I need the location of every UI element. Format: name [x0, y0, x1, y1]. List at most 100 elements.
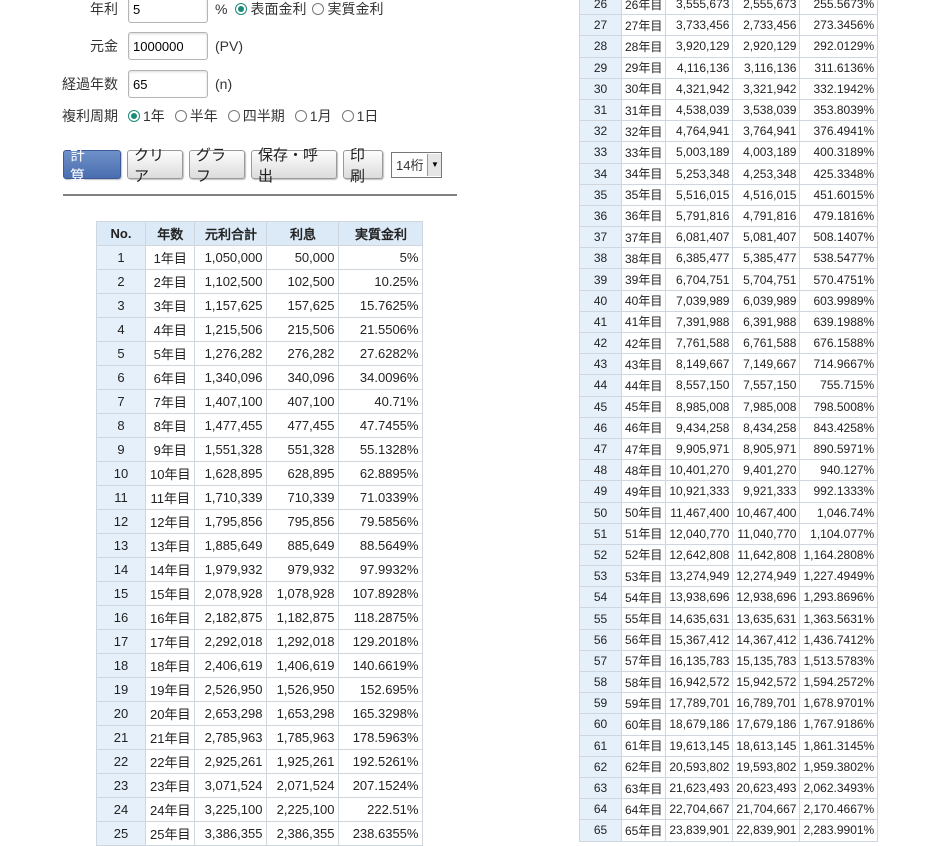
cell-effective-rate: 992.1333%	[799, 480, 879, 503]
digits-select[interactable]: 14桁 ▼	[391, 151, 443, 178]
cell-effective-rate: 5%	[338, 245, 424, 270]
cell-year: 62年目	[620, 755, 667, 778]
rate-input[interactable]	[128, 0, 208, 23]
table-row: 57 57年目 16,135,783 15,135,783 1,513.5783%	[579, 649, 879, 673]
radio-period-1year[interactable]: 1年	[128, 106, 165, 126]
cell-effective-rate: 843.4258%	[799, 416, 879, 439]
cell-interest: 477,455	[266, 413, 340, 438]
graph-button[interactable]: グラフ	[189, 146, 245, 185]
cell-interest: 7,557,150	[732, 374, 801, 397]
col-header-total: 元利合計	[194, 221, 268, 246]
cell-effective-rate: 21.5506%	[338, 317, 424, 342]
cell-no: 9	[96, 437, 146, 462]
cell-effective-rate: 107.8928%	[338, 581, 424, 606]
cell-interest: 21,704,667	[732, 798, 801, 821]
cell-effective-rate: 2,170.4667%	[799, 798, 879, 821]
cell-year: 42年目	[620, 331, 667, 355]
table-row: 2 2年目 1,102,500 102,500 10.25%	[96, 269, 424, 294]
radio-nominal-rate[interactable]: 表面金利	[235, 0, 306, 19]
radio-effective-rate[interactable]: 実質金利	[312, 0, 383, 19]
cell-year: 34年目	[620, 162, 667, 185]
cell-total: 2,292,018	[194, 629, 268, 654]
radio-unselected-icon	[312, 3, 325, 15]
cell-year: 3年目	[144, 293, 196, 318]
radio-period-half-year[interactable]: 半年	[174, 106, 218, 126]
radio-period-month[interactable]: 1月	[294, 106, 332, 126]
save-load-button[interactable]: 保存・呼出	[251, 146, 337, 185]
cell-total: 7,761,588	[665, 331, 734, 355]
cell-interest: 710,339	[266, 485, 340, 510]
cell-effective-rate: 538.5477%	[799, 247, 879, 270]
cell-effective-rate: 639.1988%	[799, 310, 879, 334]
cell-year: 1年目	[144, 245, 196, 270]
radio-selected-icon	[235, 3, 248, 15]
calculate-button[interactable]: 計 算	[63, 146, 121, 185]
cell-year: 55年目	[620, 607, 667, 630]
cell-no: 17	[96, 629, 146, 654]
cell-total: 2,078,928	[194, 581, 268, 606]
radio-period-day[interactable]: 1日	[341, 106, 378, 126]
cell-no: 7	[96, 389, 146, 414]
years-input[interactable]	[128, 70, 208, 98]
cell-total: 1,276,282	[194, 341, 268, 366]
table-row: 10 10年目 1,628,895 628,895 62.8895%	[96, 461, 424, 486]
clear-button[interactable]: クリア	[127, 146, 183, 185]
cell-effective-rate: 940.127%	[799, 459, 879, 482]
cell-year: 10年目	[144, 461, 196, 486]
cell-total: 1,157,625	[194, 293, 268, 318]
print-button[interactable]: 印刷	[343, 146, 383, 185]
cell-effective-rate: 755.715%	[799, 374, 879, 397]
cell-total: 2,653,298	[194, 701, 268, 726]
cell-no: 13	[96, 533, 146, 558]
table-row: 1 1年目 1,050,000 50,000 5%	[96, 245, 424, 270]
cell-total: 5,253,348	[665, 162, 734, 185]
cell-no: 60	[579, 713, 622, 736]
radio-period-quarter[interactable]: 四半期	[227, 106, 285, 126]
cell-no: 3	[96, 293, 146, 318]
cell-total: 7,391,988	[665, 310, 734, 334]
cell-interest: 3,764,941	[732, 120, 801, 143]
cell-no: 11	[96, 485, 146, 510]
cell-year: 37年目	[620, 226, 667, 249]
cell-no: 14	[96, 557, 146, 582]
cell-total: 21,623,493	[665, 776, 734, 800]
cell-total: 2,406,619	[194, 653, 268, 678]
cell-no: 53	[579, 565, 622, 588]
table-row: 58 58年目 16,942,572 15,942,572 1,594.2572%	[579, 670, 879, 694]
cell-year: 59年目	[620, 692, 667, 715]
cell-no: 57	[579, 649, 622, 673]
rate-row: 年利 % 表面金利 実質金利	[0, 0, 383, 23]
cell-effective-rate: 79.5856%	[338, 509, 424, 534]
table-row: 35 35年目 5,516,015 4,516,015 451.6015%	[579, 183, 879, 206]
radio-unselected-icon	[341, 110, 354, 122]
table-row: 32 32年目 4,764,941 3,764,941 376.4941%	[579, 120, 879, 143]
cell-no: 54	[579, 586, 622, 609]
cell-no: 26	[579, 0, 622, 16]
cell-effective-rate: 1,594.2572%	[799, 670, 879, 694]
table-row: 30 30年目 4,321,942 3,321,942 332.1942%	[579, 77, 879, 100]
principal-input[interactable]	[128, 32, 208, 60]
cell-no: 28	[579, 35, 622, 58]
table-row: 56 56年目 15,367,412 14,367,412 1,436.7412%	[579, 628, 879, 651]
cell-effective-rate: 1,959.3802%	[799, 755, 879, 778]
cell-no: 18	[96, 653, 146, 678]
cell-interest: 4,791,816	[732, 204, 801, 228]
principal-suffix: (PV)	[215, 38, 243, 54]
cell-interest: 15,135,783	[732, 649, 801, 673]
cell-total: 3,386,355	[194, 821, 268, 846]
cell-total: 3,733,456	[665, 14, 734, 37]
table-row: 21 21年目 2,785,963 1,785,963 178.5963%	[96, 725, 424, 750]
table-row: 12 12年目 1,795,856 795,856 79.5856%	[96, 509, 424, 534]
cell-year: 23年目	[144, 773, 196, 798]
cell-no: 59	[579, 692, 622, 715]
cell-year: 18年目	[144, 653, 196, 678]
cell-no: 37	[579, 226, 622, 249]
cell-year: 36年目	[620, 204, 667, 228]
cell-no: 30	[579, 77, 622, 100]
cell-interest: 1,653,298	[266, 701, 340, 726]
cell-interest: 16,789,701	[732, 692, 801, 715]
cell-no: 24	[96, 797, 146, 822]
cell-effective-rate: 1,678.9701%	[799, 692, 879, 715]
cell-interest: 276,282	[266, 341, 340, 366]
cell-year: 64年目	[620, 798, 667, 821]
